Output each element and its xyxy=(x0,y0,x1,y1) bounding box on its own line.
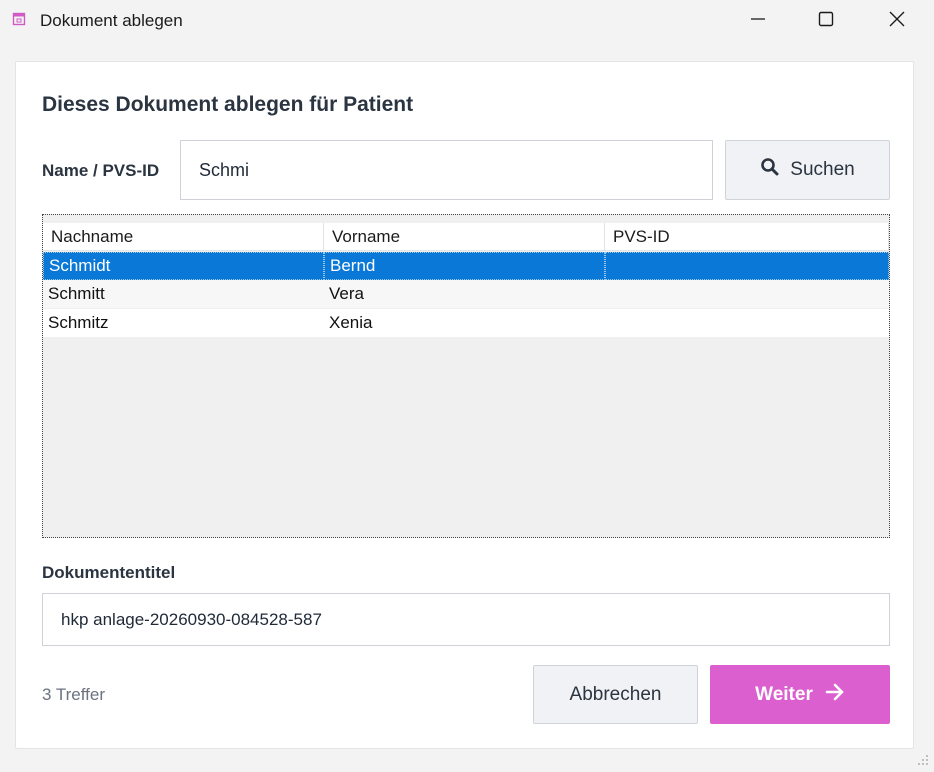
cell-pvs-id xyxy=(605,280,889,308)
document-title-input[interactable] xyxy=(42,593,890,646)
cell-nachname: Schmitt xyxy=(48,284,105,303)
search-button[interactable]: Suchen xyxy=(725,140,890,200)
dialog-window: Dokument ablegen Dieses Dokument ablegen… xyxy=(0,0,934,772)
cell-vorname: Xenia xyxy=(329,313,373,332)
table-header: Nachname Vorname PVS-ID xyxy=(43,223,889,251)
window-title: Dokument ablegen xyxy=(40,11,183,30)
column-header-vorname[interactable]: Vorname xyxy=(324,223,605,251)
close-button[interactable] xyxy=(874,0,920,42)
document-title-label: Dokumententitel xyxy=(42,563,176,582)
cell-pvs-id xyxy=(605,252,889,280)
table-row[interactable]: Schmitz Xenia xyxy=(43,309,889,337)
search-button-label: Suchen xyxy=(790,159,855,180)
hit-count: 3 Treffer xyxy=(42,685,105,704)
search-input[interactable] xyxy=(180,140,713,200)
table-row[interactable]: Schmitt Vera xyxy=(43,280,889,308)
close-icon xyxy=(889,11,905,32)
patient-table[interactable]: Nachname Vorname PVS-ID Schmidt Bernd Sc… xyxy=(42,214,890,538)
column-header-pvs-id[interactable]: PVS-ID xyxy=(605,223,889,251)
title-bar[interactable]: Dokument ablegen xyxy=(0,0,934,42)
next-button[interactable]: Weiter xyxy=(710,665,890,724)
maximize-icon xyxy=(818,11,834,32)
maximize-button[interactable] xyxy=(803,0,849,42)
column-header-nachname[interactable]: Nachname xyxy=(43,223,324,251)
dialog-heading: Dieses Dokument ablegen für Patient xyxy=(42,93,414,116)
cell-pvs-id xyxy=(605,309,889,337)
resize-grip-icon[interactable] xyxy=(912,749,930,767)
minimize-icon xyxy=(750,11,766,32)
search-icon xyxy=(760,157,780,183)
app-window-icon xyxy=(12,12,26,26)
cell-nachname: Schmidt xyxy=(43,252,324,280)
next-button-label: Weiter xyxy=(755,683,813,705)
dialog-panel: Dieses Dokument ablegen für Patient Name… xyxy=(15,61,914,749)
cell-vorname: Bernd xyxy=(324,252,605,280)
cancel-button[interactable]: Abbrechen xyxy=(533,665,698,724)
arrow-right-icon xyxy=(825,683,845,707)
minimize-button[interactable] xyxy=(735,0,781,42)
cell-nachname: Schmitz xyxy=(48,313,109,332)
search-label: Name / PVS-ID xyxy=(42,161,160,180)
table-row[interactable]: Schmidt Bernd xyxy=(43,252,889,280)
cell-vorname: Vera xyxy=(329,284,364,303)
